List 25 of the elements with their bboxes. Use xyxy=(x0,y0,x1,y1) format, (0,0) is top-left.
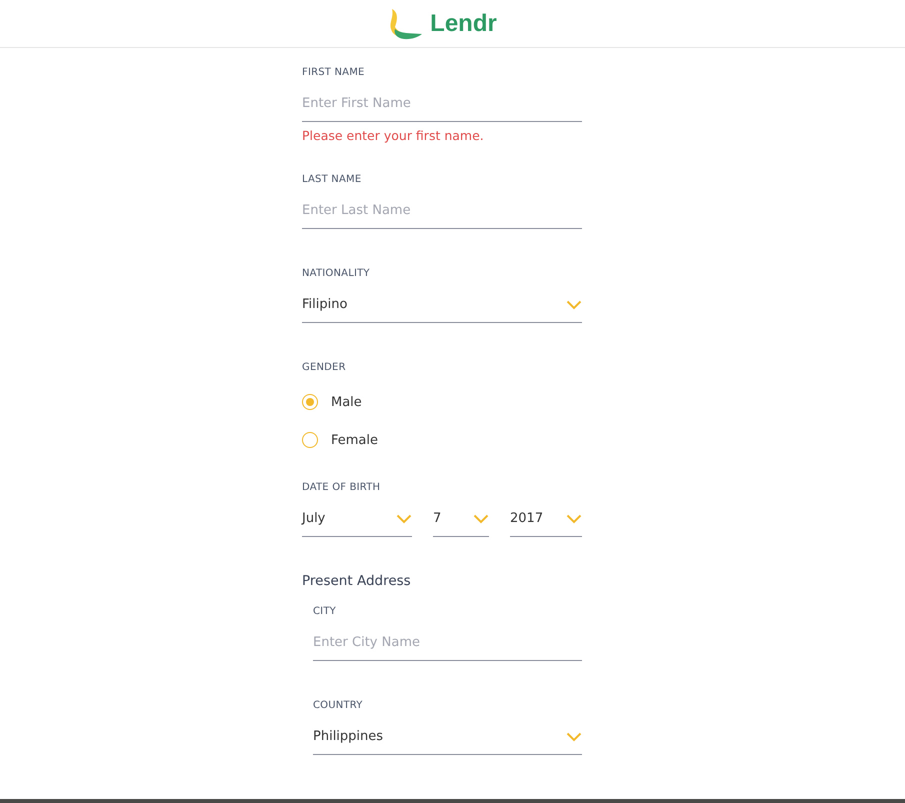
chevron-down-icon xyxy=(566,514,582,524)
section-title: Present Address xyxy=(302,573,412,589)
select-field[interactable]: July xyxy=(302,497,412,537)
field-label: DATE OF BIRTH xyxy=(302,481,382,495)
radio-label[interactable]: Female xyxy=(331,432,378,448)
field-label: NATIONALITY xyxy=(302,267,371,281)
select-field[interactable]: Filipino xyxy=(302,283,582,323)
field-label: GENDER xyxy=(302,361,347,375)
chevron-down-icon xyxy=(566,300,582,310)
field-label: COUNTRY xyxy=(313,699,364,713)
error-message: Please enter your first name. xyxy=(302,128,485,143)
chevron-down-icon xyxy=(566,732,582,742)
field-label: FIRST NAME xyxy=(302,66,366,80)
select-field[interactable]: Philippines xyxy=(313,715,582,755)
chevron-down-icon xyxy=(396,514,412,524)
select-field[interactable]: 2017 xyxy=(510,497,582,537)
select-field[interactable]: 7 xyxy=(433,497,489,537)
leaf-logo-icon xyxy=(388,6,424,40)
field-label: LAST NAME xyxy=(302,173,362,187)
chevron-down-icon xyxy=(473,514,489,524)
radio-button[interactable] xyxy=(302,432,318,448)
radio-label[interactable]: Male xyxy=(331,394,362,410)
brand-name: Lendr xyxy=(430,10,497,38)
field-label: CITY xyxy=(313,605,337,619)
radio-button[interactable] xyxy=(302,394,318,410)
